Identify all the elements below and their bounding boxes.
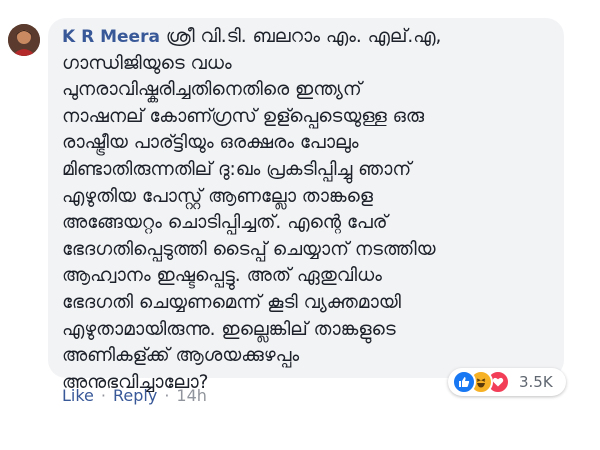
like-icon bbox=[452, 370, 476, 394]
comment-author[interactable]: K R Meera bbox=[62, 27, 160, 47]
action-separator: · bbox=[164, 386, 170, 405]
comment-line: അങ്ങേയറ്റം ചൊടിപ്പിച്ചത്. എന്റെ പേര് bbox=[62, 212, 388, 234]
comment-line: മിണ്ടാതിരുന്നതില് ദു:ഖം പ്രകടിപ്പിച്ചു ഞ… bbox=[62, 158, 412, 180]
reaction-count: 3.5K bbox=[519, 373, 553, 391]
comment-line: പുനരാവിഷ്കരിച്ചതിനെതിരെ ഇന്ത്യന് bbox=[62, 79, 362, 101]
comment-line: എഴുതിയ പോസ്റ്റ് ആണല്ലോ താങ്കളെ bbox=[62, 185, 373, 207]
comment-body: K R Meera ശ്രീ വി.ടി. ബലറാം എം. എല്.എ, ഗാ… bbox=[62, 24, 550, 396]
comment-line: ശ്രീ വി.ടി. ബലറാം എം. എല്.എ, bbox=[165, 26, 442, 47]
comment-line: എഴുതാമായിരുന്നു. ഇല്ലെങ്കില് താങ്കളുടെ bbox=[62, 318, 396, 340]
like-button[interactable]: Like bbox=[62, 386, 94, 405]
comment-timestamp[interactable]: 14h bbox=[176, 386, 207, 405]
comment-line: അണികള്ക്ക് ആശയക്കുഴപ്പം bbox=[62, 345, 300, 367]
reply-button[interactable]: Reply bbox=[113, 386, 157, 405]
comment-line: ആഹ്വാനം ഇഷ്ടപ്പെട്ടു. അത് ഏതുവിധം bbox=[62, 265, 382, 287]
comment-line: രാഷ്ട്രീയ പാര്ട്ടിയും ഒരക്ഷരം പോലും bbox=[62, 132, 359, 154]
comment-line: ഭേദഗതിപ്പെടുത്തി ടൈപ്പ് ചെയ്യാന് നടത്തിയ bbox=[62, 238, 436, 260]
action-separator: · bbox=[100, 386, 106, 405]
comment-line: ഭേദഗതി ചെയ്യണമെന്ന് കൂടി വ്യക്തമായി bbox=[62, 291, 401, 313]
comment-actions: Like · Reply · 14h bbox=[62, 386, 207, 405]
avatar[interactable] bbox=[8, 24, 40, 56]
comment-line: ഗാന്ധിജിയുടെ വധം bbox=[62, 52, 232, 74]
comment-bubble: K R Meera ശ്രീ വി.ടി. ബലറാം എം. എല്.എ, ഗാ… bbox=[48, 18, 564, 393]
comment-line: നാഷനല് കോണ്ഗ്രസ് ഉള്പ്പെടെയുള്ള ഒരു bbox=[62, 105, 425, 127]
avatar-photo bbox=[8, 24, 40, 56]
reactions-summary[interactable]: 3.5K bbox=[448, 368, 566, 396]
